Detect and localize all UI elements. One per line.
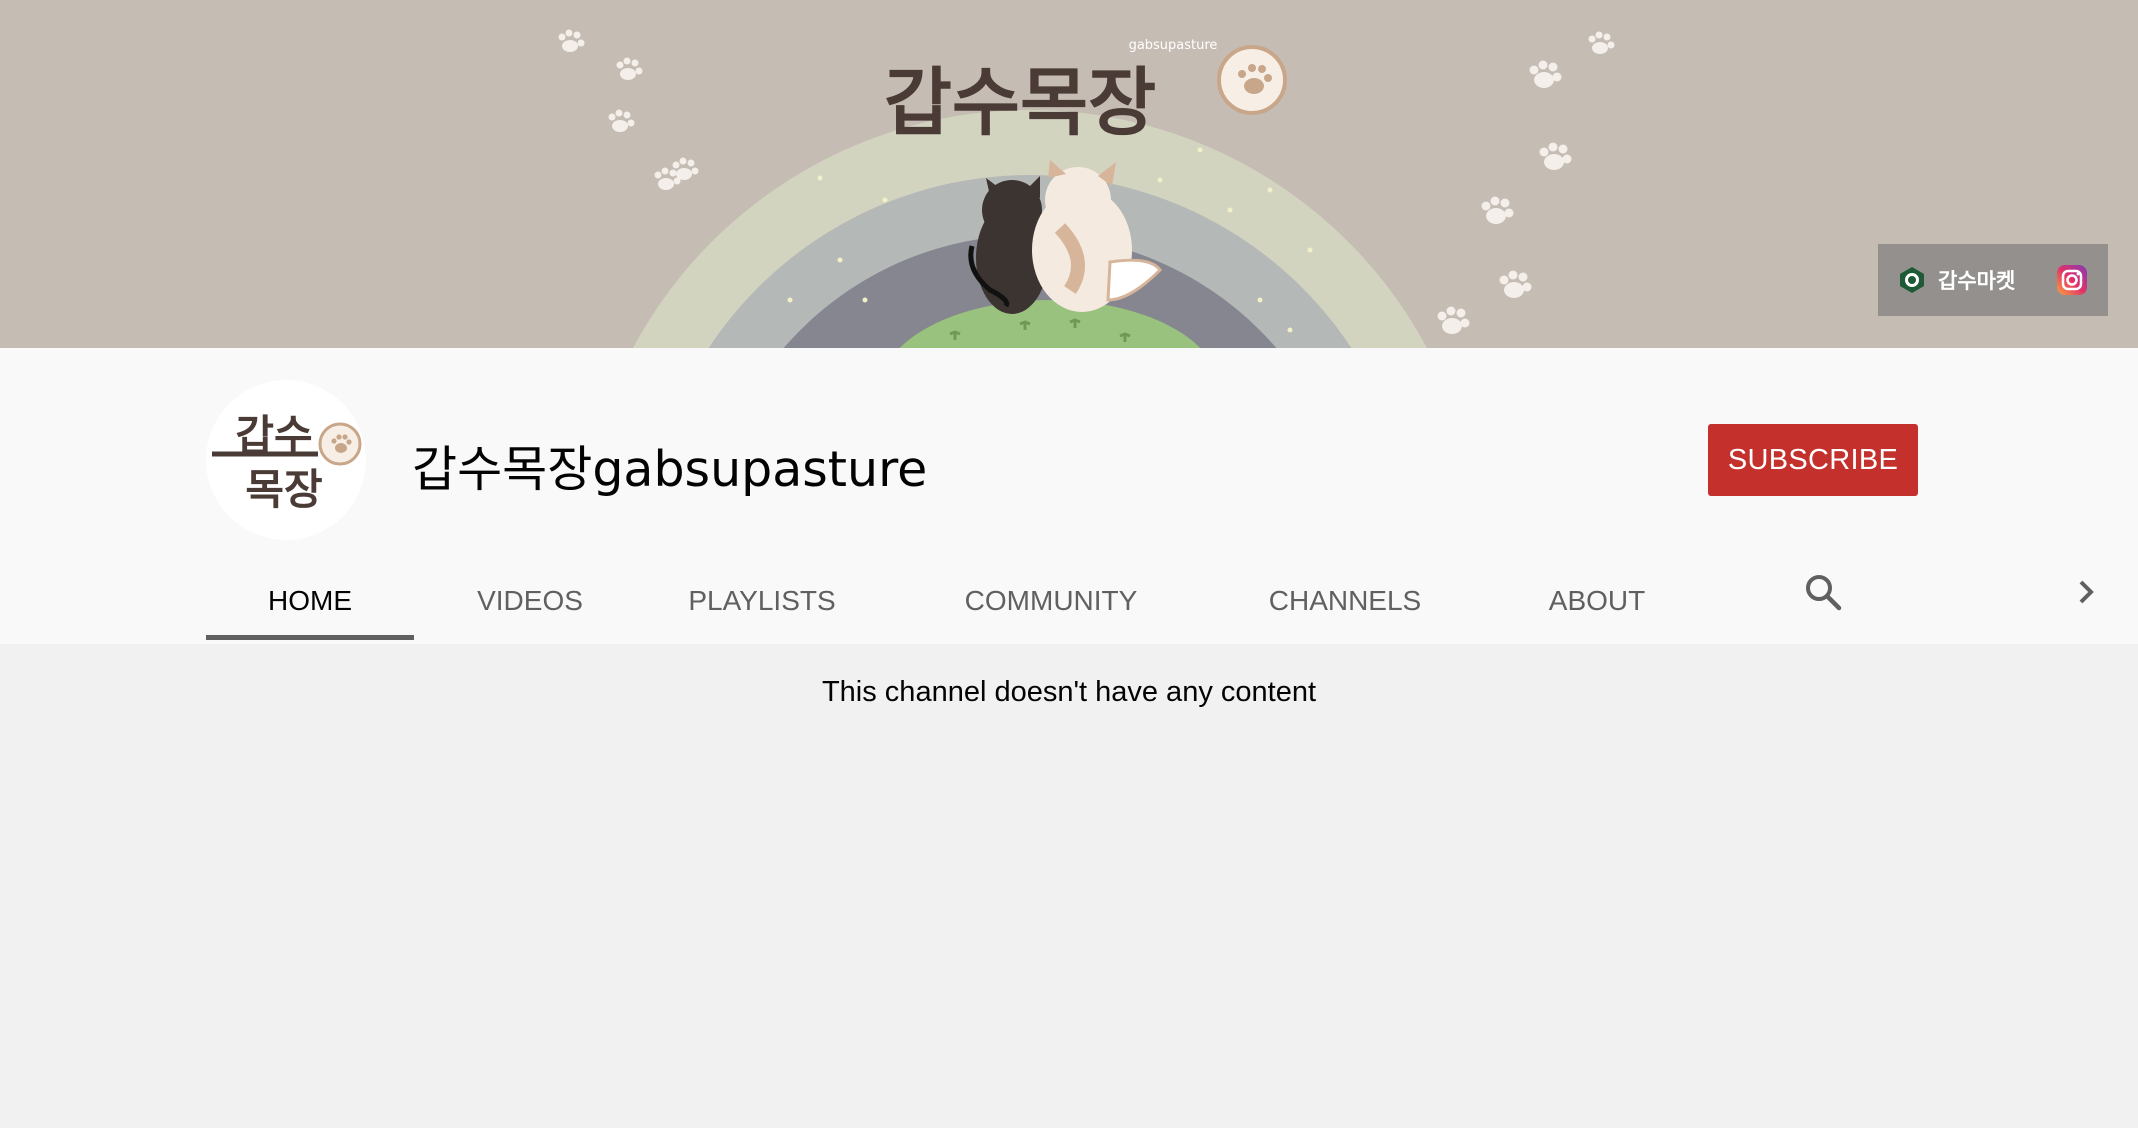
avatar-text-bottom: 목장 [245,465,322,514]
banner-title: 갑수목장 [884,60,1156,146]
chevron-right-icon[interactable] [2070,576,2102,608]
subscribe-button[interactable]: SUBSCRIBE [1708,424,1918,496]
channel-banner: 갑수목장 gabsupasture 갑수마켓 [0,0,2138,348]
banner-art: 갑수목장 gabsupasture [558,29,1615,348]
banner-caption: gabsupasture [1129,38,1218,53]
tab-home[interactable]: HOME [206,558,414,644]
market-link-label: 갑수마켓 [1938,269,2016,293]
channel-name: 갑수목장gabsupasture [412,441,928,498]
channel-avatar[interactable]: 갑수 목장 [206,380,366,540]
market-icon [1900,267,1924,293]
tab-videos[interactable]: VIDEOS [414,558,646,644]
tab-playlists[interactable]: PLAYLISTS [646,558,878,644]
market-link[interactable]: 갑수마켓 [1898,265,2015,295]
empty-content-message: This channel doesn't have any content [821,676,1317,708]
search-icon[interactable] [1803,572,1843,612]
tab-community[interactable]: COMMUNITY [878,558,1224,644]
channel-tabs: HOME VIDEOS PLAYLISTS COMMUNITY CHANNELS… [206,558,1728,644]
avatar-logo: 갑수 목장 [212,411,362,514]
banner-links: 갑수마켓 [1878,244,2108,316]
tab-about[interactable]: ABOUT [1466,558,1728,644]
instagram-icon[interactable] [2056,264,2088,296]
tab-channels[interactable]: CHANNELS [1224,558,1466,644]
